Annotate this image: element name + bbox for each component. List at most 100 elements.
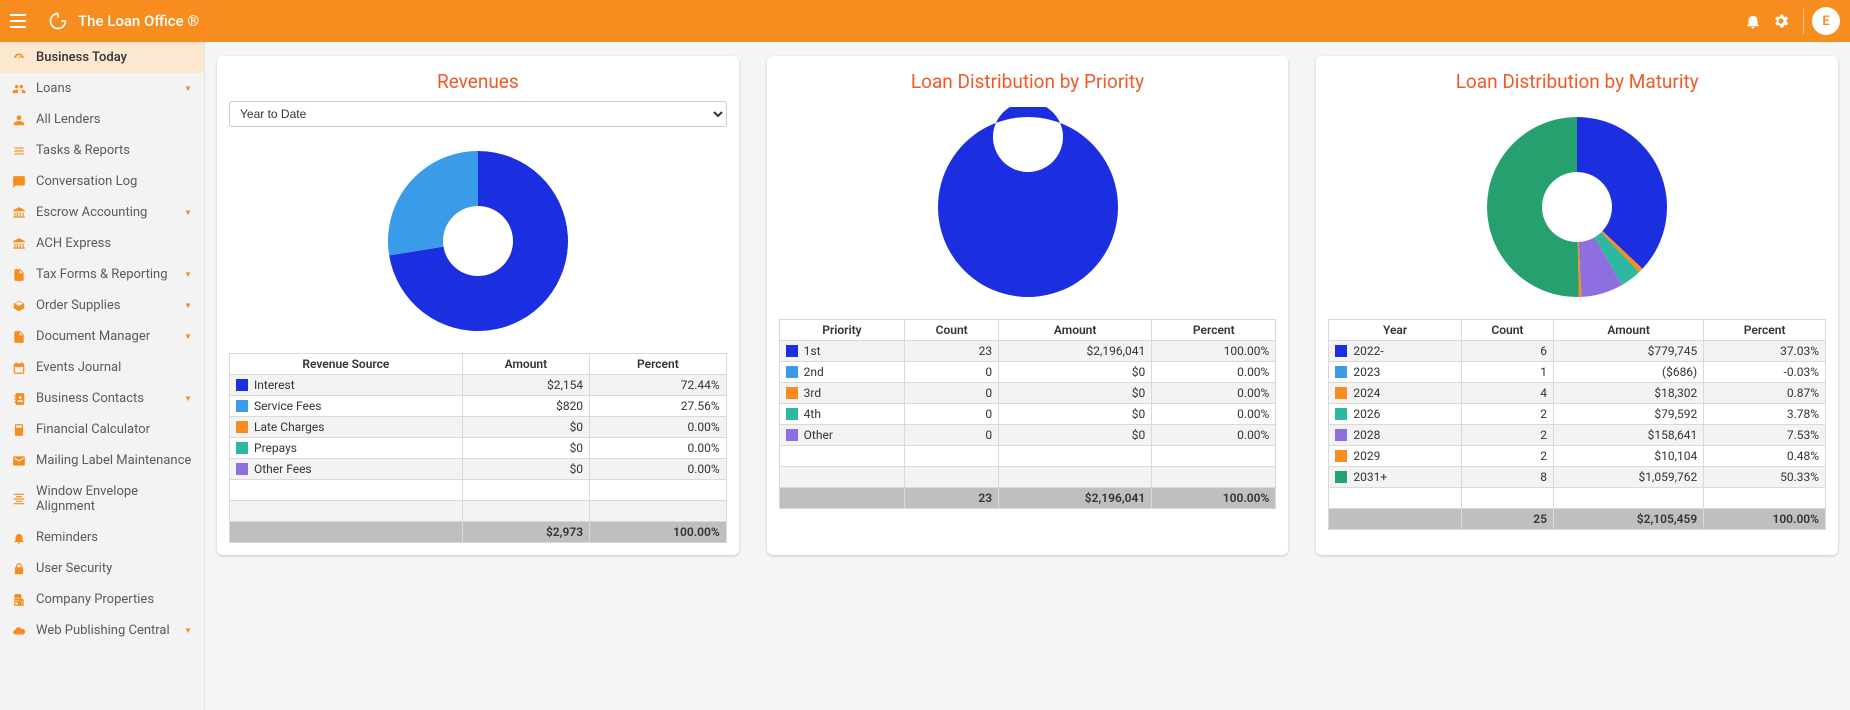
chevron-down-icon: ▼ — [184, 301, 192, 310]
cell-percent: -0.03% — [1704, 362, 1826, 383]
row-label: Prepays — [254, 441, 297, 455]
row-label: 2023 — [1353, 365, 1380, 379]
sidebar-item[interactable]: Reminders — [0, 522, 204, 553]
cell-percent: 0.00% — [1152, 425, 1276, 446]
legend-swatch-icon — [1335, 450, 1347, 462]
doc-icon — [12, 268, 26, 282]
sidebar-item[interactable]: Window Envelope Alignment — [0, 476, 204, 522]
cell-percent: 7.53% — [1704, 425, 1826, 446]
row-label: 2022- — [1353, 344, 1383, 358]
align-icon — [12, 492, 26, 506]
table-row: 20262$79,5923.78% — [1329, 404, 1826, 425]
maturity-table: YearCountAmountPercent2022-6$779,74537.0… — [1328, 319, 1826, 530]
sidebar-item[interactable]: Loans▼ — [0, 73, 204, 104]
cell-percent: 0.00% — [590, 459, 727, 480]
row-label: 2029 — [1353, 449, 1380, 463]
cell-percent: 0.00% — [590, 438, 727, 459]
cell-amount: $0 — [999, 383, 1152, 404]
sidebar-item[interactable]: Events Journal — [0, 352, 204, 383]
card-priority: Loan Distribution by Priority PriorityCo… — [767, 56, 1289, 555]
legend-swatch-icon — [1335, 345, 1347, 357]
column-header: Percent — [590, 354, 727, 375]
table-row: Other0$00.00% — [779, 425, 1276, 446]
chevron-down-icon: ▼ — [184, 394, 192, 403]
sidebar-item[interactable]: Conversation Log — [0, 166, 204, 197]
revenues-period-select[interactable]: Year to Date — [229, 101, 727, 127]
sidebar-item-label: Escrow Accounting — [36, 205, 147, 220]
cell-count: 1 — [1461, 362, 1553, 383]
cell-count: 2 — [1461, 425, 1553, 446]
cell-amount: $779,745 — [1553, 341, 1703, 362]
calendar-icon — [12, 361, 26, 375]
cell-amount: $820 — [462, 396, 589, 417]
legend-swatch-icon — [786, 408, 798, 420]
topbar: The Loan Office ® E — [0, 0, 1850, 42]
brand-icon — [48, 11, 68, 31]
sidebar-item[interactable]: Company Properties — [0, 584, 204, 615]
table-row-blank — [230, 501, 727, 522]
table-row-blank — [1329, 488, 1826, 509]
sidebar-item[interactable]: Order Supplies▼ — [0, 290, 204, 321]
chat-icon — [12, 175, 26, 189]
column-header: Amount — [462, 354, 589, 375]
priority-donut-chart — [928, 107, 1128, 307]
sidebar-item-label: Company Properties — [36, 592, 154, 607]
cell-amount: $0 — [462, 438, 589, 459]
bank-icon — [12, 206, 26, 220]
mail-icon — [12, 454, 26, 468]
cell-percent: 0.87% — [1704, 383, 1826, 404]
sidebar: Business Today Loans▼All LendersTasks & R… — [0, 42, 205, 710]
sidebar-item[interactable]: ACH Express — [0, 228, 204, 259]
cell-percent: 37.03% — [1704, 341, 1826, 362]
sidebar-item[interactable]: Business Today — [0, 42, 204, 73]
lock-icon — [12, 562, 26, 576]
legend-swatch-icon — [1335, 471, 1347, 483]
sidebar-item[interactable]: Document Manager▼ — [0, 321, 204, 352]
footer-count: 25 — [1461, 509, 1553, 530]
row-label: 4th — [804, 407, 821, 421]
sidebar-item[interactable]: User Security — [0, 553, 204, 584]
legend-swatch-icon — [1335, 366, 1347, 378]
cell-percent: 0.48% — [1704, 446, 1826, 467]
topbar-divider — [1803, 8, 1804, 34]
notifications-button[interactable] — [1739, 7, 1767, 35]
cell-count: 6 — [1461, 341, 1553, 362]
column-header: Amount — [1553, 320, 1703, 341]
sidebar-item-label: Tax Forms & Reporting — [36, 267, 168, 282]
sidebar-item[interactable]: Business Contacts▼ — [0, 383, 204, 414]
sidebar-item-label: Document Manager — [36, 329, 150, 344]
row-label: Other — [804, 428, 833, 442]
sidebar-item-label: Window Envelope Alignment — [36, 484, 192, 514]
table-row: 3rd0$00.00% — [779, 383, 1276, 404]
sidebar-item-label: User Security — [36, 561, 112, 576]
sidebar-item[interactable]: Web Publishing Central▼ — [0, 615, 204, 646]
cell-count: 2 — [1461, 404, 1553, 425]
card-maturity: Loan Distribution by Maturity YearCountA… — [1316, 56, 1838, 555]
users-icon — [12, 82, 26, 96]
column-header: Percent — [1152, 320, 1276, 341]
priority-table: PriorityCountAmountPercent1st23$2,196,04… — [779, 319, 1277, 509]
sidebar-item[interactable]: Tasks & Reports — [0, 135, 204, 166]
cell-count: 0 — [905, 383, 999, 404]
column-header: Amount — [999, 320, 1152, 341]
table-row-blank — [779, 467, 1276, 488]
settings-button[interactable] — [1767, 7, 1795, 35]
sidebar-item[interactable]: Mailing Label Maintenance — [0, 445, 204, 476]
menu-toggle-button[interactable] — [10, 9, 34, 33]
card-revenues: Revenues Year to Date Revenue SourceAmou… — [217, 56, 739, 555]
chart-slice — [937, 107, 1117, 297]
cell-amount: $18,302 — [1553, 383, 1703, 404]
sidebar-item[interactable]: Tax Forms & Reporting ▼ — [0, 259, 204, 290]
sidebar-item[interactable]: Financial Calculator — [0, 414, 204, 445]
chevron-down-icon: ▼ — [184, 270, 192, 279]
cell-amount: ($686) — [1553, 362, 1703, 383]
column-header: Year — [1329, 320, 1461, 341]
building-icon — [12, 593, 26, 607]
sidebar-item-label: Business Today — [36, 50, 127, 65]
column-header: Revenue Source — [230, 354, 463, 375]
cell-percent: 3.78% — [1704, 404, 1826, 425]
calc-icon — [12, 423, 26, 437]
user-avatar-button[interactable]: E — [1812, 7, 1840, 35]
sidebar-item[interactable]: All Lenders — [0, 104, 204, 135]
sidebar-item[interactable]: Escrow Accounting▼ — [0, 197, 204, 228]
